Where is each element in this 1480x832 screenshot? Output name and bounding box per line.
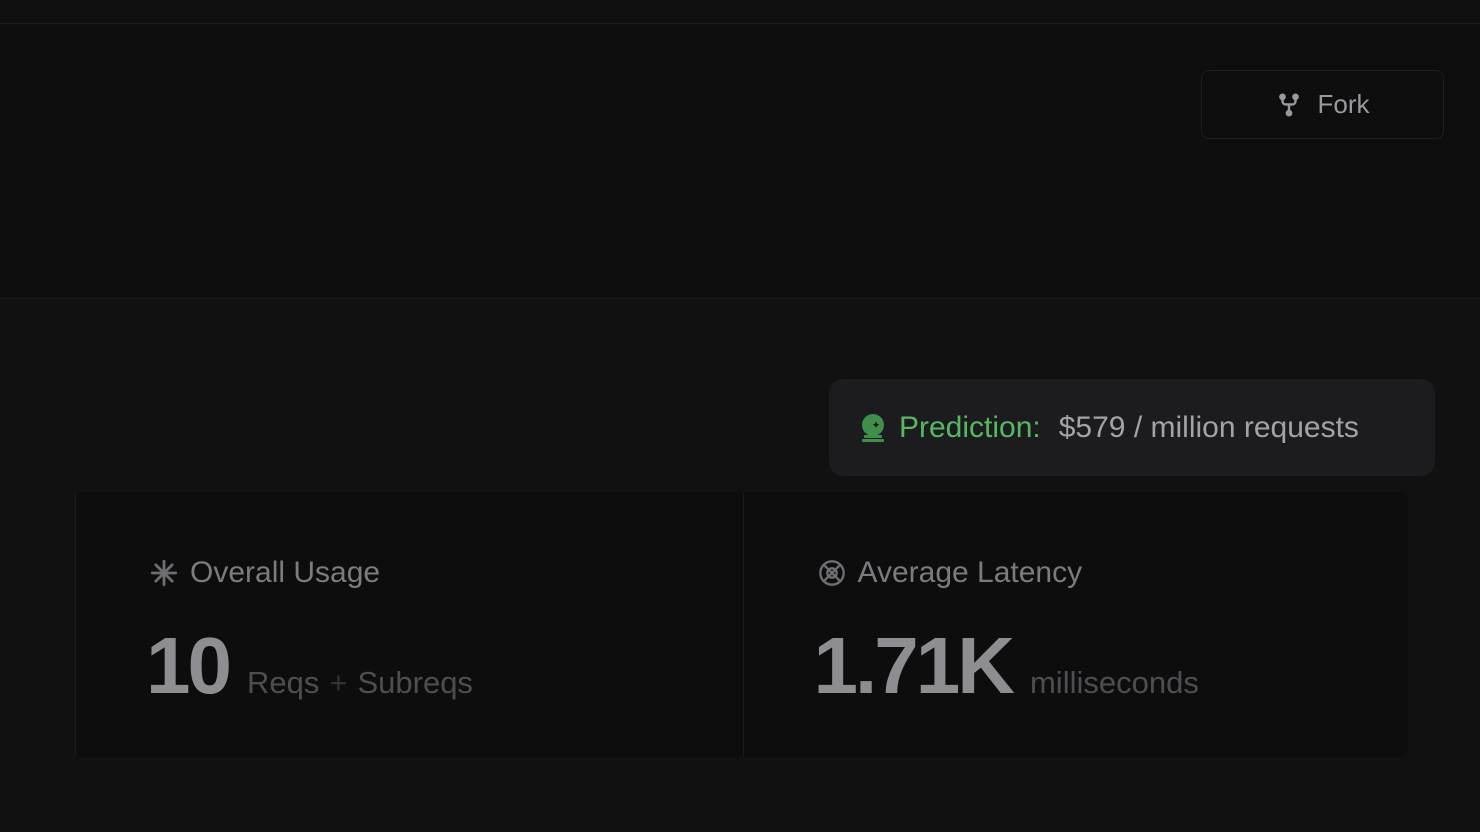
stats-panel: Overall Usage 10 Reqs + Subreqs Average La… [75,492,1408,757]
stat-value-row: 1.71K milliseconds [814,620,1199,712]
prediction-banner: Prediction: $579 / million requests [829,379,1435,476]
header-section: Fork [0,25,1480,299]
crystal-ball-icon [862,413,884,442]
stat-unit: milliseconds [1029,665,1199,700]
stat-value: 10 [146,621,232,710]
stat-title: Average Latency [857,556,1083,589]
unit-separator: + [329,665,348,700]
asterisk-icon [150,559,178,587]
stat-header: Average Latency [818,556,1083,590]
stat-header: Overall Usage [150,556,380,590]
stat-value-row: 10 Reqs + Subreqs [146,620,473,712]
prediction-value: $579 / million requests [1058,410,1359,444]
unit-subreqs: Subreqs [357,665,473,700]
fork-icon [1278,93,1299,116]
unit-reqs: Reqs [246,665,320,700]
fork-button[interactable]: Fork [1201,70,1444,139]
stat-average-latency: Average Latency 1.71K milliseconds [742,492,1409,757]
stat-value: 1.71K [813,621,1015,710]
latency-icon [818,560,845,586]
stat-unit: Reqs + Subreqs [247,665,473,701]
fork-button-label: Fork [1317,89,1370,119]
prediction-label: Prediction: [899,410,1041,444]
stat-title: Overall Usage [190,556,381,589]
top-bar [0,0,1480,24]
stat-overall-usage: Overall Usage 10 Reqs + Subreqs [76,492,743,757]
